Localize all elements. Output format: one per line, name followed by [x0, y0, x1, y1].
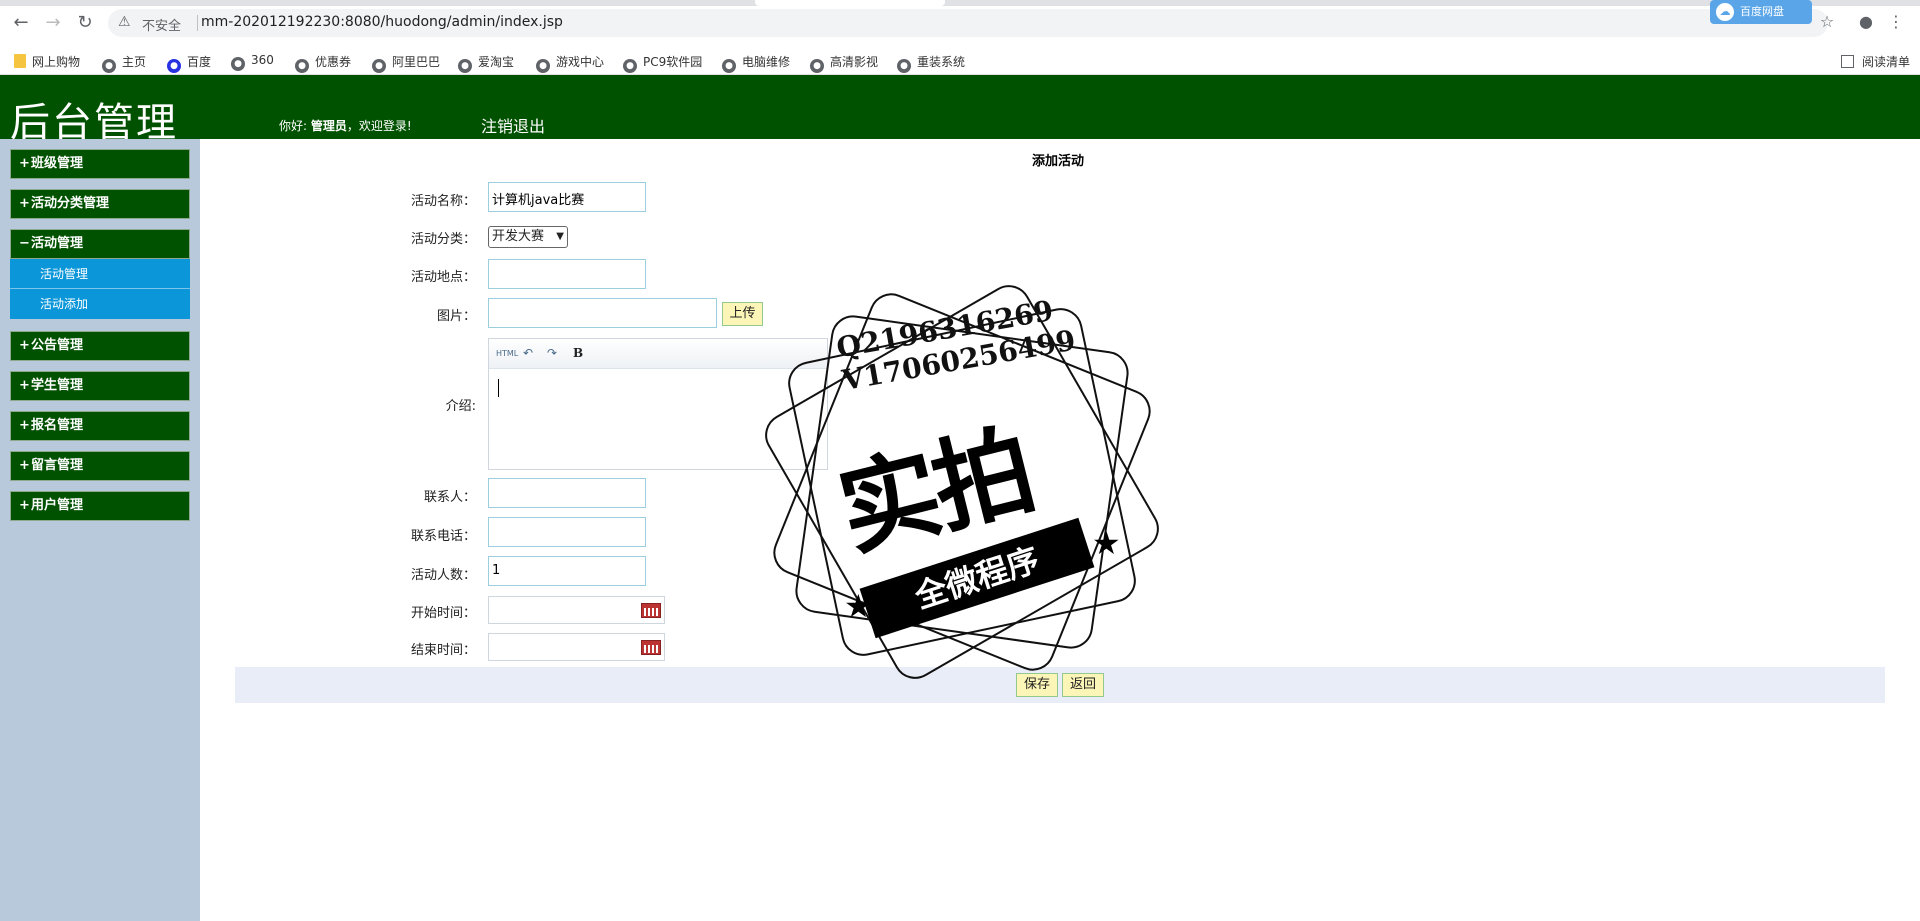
app-header: 后台管理 你好: 管理员，欢迎登录! 注销退出 [0, 75, 1920, 146]
bookmark-item[interactable]: ● 游戏中心 [536, 53, 604, 73]
profile-icon[interactable]: ● [1855, 12, 1877, 31]
extension-button[interactable]: ☁ 百度网盘 [1710, 0, 1812, 24]
sidebar-subitem-activity-manage[interactable]: 活动管理 [10, 259, 190, 289]
extension-label: 百度网盘 [1740, 5, 1784, 18]
phone-input[interactable] [488, 517, 646, 547]
bold-icon[interactable]: B [573, 346, 583, 360]
reading-list[interactable]: 阅读清单 [1840, 53, 1910, 70]
count-input[interactable]: 1 [488, 556, 646, 586]
location-input[interactable] [488, 259, 646, 289]
sidebar-item-signup[interactable]: +报名管理 [10, 411, 190, 441]
globe-icon: ● [231, 57, 245, 71]
sidebar-item-user[interactable]: +用户管理 [10, 491, 190, 521]
bookmark-item[interactable]: ● 优惠券 [295, 53, 351, 73]
star-icon[interactable]: ☆ [1816, 12, 1838, 31]
sidebar-item-message[interactable]: +留言管理 [10, 451, 190, 481]
back-icon[interactable]: ← [10, 12, 32, 34]
label-count: 活动人数： [410, 568, 476, 583]
bookmark-item[interactable]: ● PC9软件园 [623, 53, 702, 73]
bookmark-item[interactable]: ● 高清影视 [810, 53, 878, 73]
intro-editor[interactable]: HTML ↶ ↷ B [488, 338, 828, 470]
globe-icon: ● [372, 59, 386, 73]
label-image: 图片： [436, 309, 476, 324]
back-button[interactable]: 返回 [1062, 673, 1104, 697]
greeting: 你好: 管理员，欢迎登录! [279, 119, 412, 133]
text-caret [498, 379, 499, 397]
divider [197, 15, 198, 31]
activity-name-input[interactable]: 计算机java比赛 [488, 182, 646, 212]
security-label: 不安全 [142, 19, 182, 34]
calendar-icon[interactable] [641, 640, 661, 655]
browser-toolbar: ← → ↻ ⚠ 不安全 mm-202012192230:8080/huodong… [0, 0, 1920, 47]
forward-icon[interactable]: → [42, 12, 64, 34]
bookmark-item[interactable]: ● 爱淘宝 [458, 53, 514, 73]
menu-icon[interactable]: ⋮ [1885, 12, 1907, 31]
globe-icon: ● [897, 59, 911, 73]
label-intro: 介绍: [445, 399, 476, 414]
label-category: 活动分类： [410, 232, 476, 247]
active-tab[interactable] [755, 0, 945, 6]
sidebar-item-activity[interactable]: −活动管理 [10, 229, 190, 259]
globe-icon: ● [722, 59, 736, 73]
sidebar-item-class[interactable]: +班级管理 [10, 149, 190, 179]
bookmark-item[interactable]: 网上购物 [14, 53, 80, 69]
label-start: 开始时间： [410, 606, 476, 621]
sidebar-subitem-activity-add[interactable]: 活动添加 [10, 289, 190, 319]
cloud-icon: ☁ [1716, 3, 1734, 21]
action-bar [235, 667, 1885, 703]
address-bar[interactable]: ⚠ 不安全 mm-202012192230:8080/huodong/admin… [108, 9, 1828, 37]
bookmark-item[interactable]: ● 360 [231, 53, 274, 71]
label-contact: 联系人： [423, 490, 476, 505]
user-name: 管理员 [310, 119, 347, 133]
sidebar-item-notice[interactable]: +公告管理 [10, 331, 190, 361]
label-name: 活动名称： [410, 194, 476, 209]
sidebar-item-activity-category[interactable]: +活动分类管理 [10, 189, 190, 219]
calendar-icon[interactable] [641, 603, 661, 618]
bookmark-item[interactable]: ● 电脑维修 [722, 53, 790, 73]
chevron-down-icon: ▼ [556, 231, 564, 242]
sidebar: +班级管理 +活动分类管理 −活动管理 活动管理 活动添加 +公告管理 +学生管… [0, 139, 200, 921]
bookmark-item[interactable]: ● 阿里巴巴 [372, 53, 440, 73]
category-select[interactable]: 开发大赛 ▼ [488, 226, 568, 248]
reading-list-icon [1840, 55, 1854, 68]
start-date-input[interactable] [488, 596, 665, 624]
folder-icon [14, 54, 26, 68]
form-title: 添加活动 [1032, 154, 1085, 169]
label-phone: 联系电话： [410, 529, 476, 544]
globe-icon: ● [295, 59, 309, 73]
logout-link[interactable]: 注销退出 [481, 113, 545, 137]
label-location: 活动地点： [410, 270, 476, 285]
bookmarks-bar: 网上购物 ● 主页 ● 百度 ● 360 ● 优惠券 ● 阿里巴巴 ● 爱淘宝 ● 游戏中心 … [0, 47, 1920, 75]
end-date-input[interactable] [488, 633, 665, 661]
save-button[interactable]: 保存 [1016, 673, 1058, 697]
html-icon[interactable]: HTML [496, 349, 518, 358]
upload-button[interactable]: 上传 [722, 302, 763, 326]
warning-icon: ⚠ [118, 14, 131, 30]
editor-toolbar: HTML ↶ ↷ B [489, 339, 827, 369]
globe-icon: ● [536, 59, 550, 73]
url-text[interactable]: mm-202012192230:8080/huodong/admin/index… [201, 14, 563, 30]
bookmark-item[interactable]: ● 百度 [167, 53, 211, 73]
reload-icon[interactable]: ↻ [74, 12, 96, 34]
contact-input[interactable] [488, 478, 646, 508]
globe-icon: ● [623, 59, 637, 73]
tab-strip [0, 0, 1920, 6]
baidu-icon: ● [167, 59, 181, 73]
label-end: 结束时间： [410, 643, 476, 658]
redo-icon[interactable]: ↷ [547, 346, 557, 360]
globe-icon: ● [810, 59, 824, 73]
image-path-input[interactable] [488, 298, 717, 328]
undo-icon[interactable]: ↶ [523, 346, 533, 360]
globe-icon: ● [458, 59, 472, 73]
globe-icon: ● [102, 59, 116, 73]
sidebar-item-student[interactable]: +学生管理 [10, 371, 190, 401]
bookmark-item[interactable]: ● 主页 [102, 53, 146, 73]
bookmark-item[interactable]: ● 重装系统 [897, 53, 965, 73]
